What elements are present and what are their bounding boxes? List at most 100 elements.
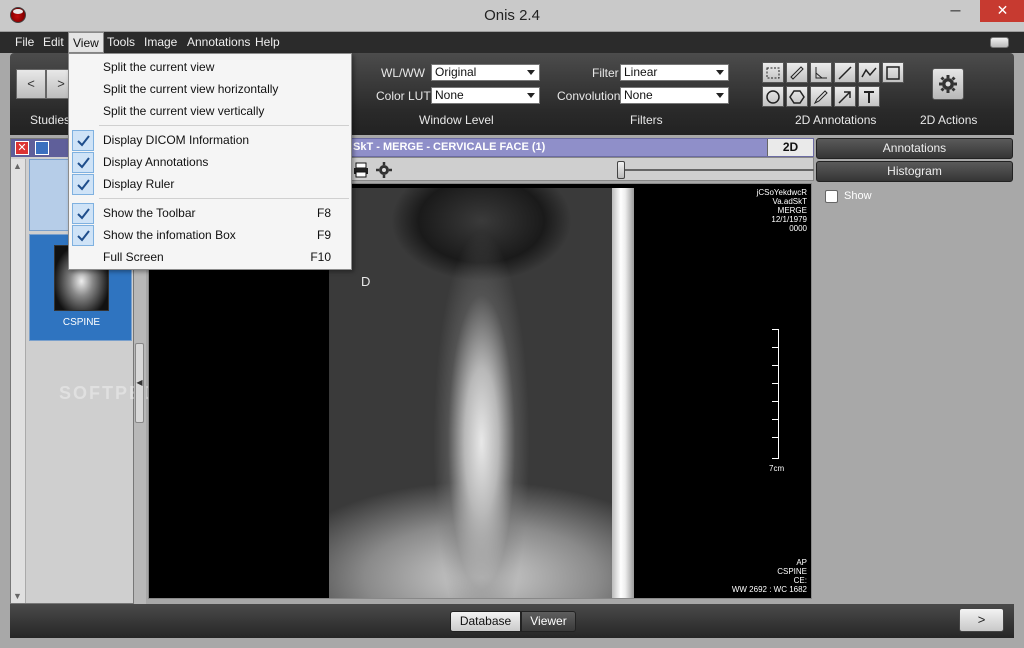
gear-icon — [939, 75, 957, 93]
section-window-level: Window Level — [419, 113, 494, 127]
rectangle-tool[interactable] — [882, 62, 904, 83]
dicom-info-top-right: jCSoYekdwcR Va.adSkT MERGE 12/1/1979 000… — [757, 188, 807, 233]
ruler — [771, 329, 779, 459]
menu-item-split-vertical[interactable]: Split the current view vertically — [69, 100, 351, 122]
menu-item-label: Display DICOM Information — [103, 133, 250, 147]
menu-item-show-info-box[interactable]: Show the infomation Box F9 — [69, 224, 351, 246]
database-tab[interactable]: Database — [450, 611, 521, 632]
convolution-label: Convolution — [557, 89, 621, 103]
frame-slider-thumb[interactable] — [617, 161, 625, 179]
checkmark-icon — [72, 152, 94, 173]
menu-tools[interactable]: Tools — [103, 32, 139, 53]
close-window-button[interactable]: ✕ — [980, 0, 1024, 22]
menu-item-display-dicom[interactable]: Display DICOM Information — [69, 129, 351, 151]
show-histogram-label: Show — [844, 190, 872, 202]
menu-help[interactable]: Help — [251, 32, 284, 53]
menu-view[interactable]: View — [68, 32, 104, 53]
title-bar: Onis 2.4 ─ ✕ — [0, 0, 1024, 32]
scroll-down-icon[interactable]: ▼ — [13, 591, 22, 601]
viewer-tab[interactable]: Viewer — [521, 611, 576, 632]
chevron-down-icon — [527, 93, 535, 98]
annotations-panel-button[interactable]: Annotations — [816, 138, 1013, 159]
restore-layout-button[interactable] — [990, 37, 1009, 48]
chevron-down-icon — [716, 70, 724, 75]
prev-study-button[interactable]: < — [16, 69, 46, 99]
polyline-tool[interactable] — [858, 62, 880, 83]
line-icon — [838, 66, 852, 80]
menu-item-shortcut: F9 — [316, 228, 331, 242]
circle-icon — [766, 90, 780, 104]
line-tool[interactable] — [834, 62, 856, 83]
hexagon-icon — [789, 90, 805, 104]
chevron-down-icon — [527, 70, 535, 75]
dicom-view: AP — [796, 558, 807, 567]
menu-item-shortcut: F10 — [310, 250, 331, 264]
next-button[interactable]: > — [959, 608, 1004, 632]
orientation-marker: D — [361, 274, 371, 289]
pencil-tool[interactable] — [810, 86, 832, 107]
minimize-button[interactable]: ─ — [942, 0, 969, 22]
menu-item-display-ruler[interactable]: Display Ruler — [69, 173, 351, 195]
menu-item-show-toolbar[interactable]: Show the Toolbar F8 — [69, 202, 351, 224]
menu-file[interactable]: File — [11, 32, 38, 53]
close-study-button[interactable]: ✕ — [15, 141, 29, 155]
histogram-panel-button[interactable]: Histogram — [816, 161, 1013, 182]
menu-item-display-annotations[interactable]: Display Annotations — [69, 151, 351, 173]
xray-edge — [612, 188, 634, 598]
collapse-arrow-icon[interactable]: ◀ — [135, 343, 144, 423]
rect-select-tool[interactable] — [762, 62, 784, 83]
2d-actions-button[interactable] — [932, 68, 964, 100]
angle-icon — [815, 67, 827, 79]
menu-item-split-horizontal[interactable]: Split the current view horizontally — [69, 78, 351, 100]
studies-scrollbar[interactable]: ▲ ▼ — [11, 159, 26, 603]
pencil-icon — [813, 90, 828, 105]
section-studies: Studies — [30, 113, 71, 127]
menu-image[interactable]: Image — [140, 32, 181, 53]
convolution-select[interactable]: None — [620, 87, 729, 104]
mode-2d-button[interactable]: 2D — [767, 139, 813, 156]
tile-view-button[interactable] — [35, 141, 49, 155]
menu-item-label: Split the current view vertically — [103, 104, 265, 118]
section-filters: Filters — [630, 113, 663, 127]
dicom-number: 0000 — [789, 224, 807, 233]
menu-bar: File Edit View Tools Image Annotations H… — [0, 32, 1024, 53]
gear-icon[interactable] — [375, 161, 393, 179]
show-histogram-checkbox[interactable] — [825, 190, 838, 203]
dicom-birthdate: 12/1/1979 — [771, 215, 807, 224]
menu-item-shortcut: F8 — [316, 206, 331, 220]
menu-item-label: Full Screen — [103, 250, 164, 264]
filter-select[interactable]: Linear — [620, 64, 729, 81]
menu-item-label: Display Annotations — [103, 155, 209, 169]
wlww-select[interactable]: Original — [431, 64, 540, 81]
arrow-tool[interactable] — [834, 86, 856, 107]
filter-value: Linear — [624, 65, 658, 79]
menu-item-full-screen[interactable]: Full Screen F10 — [69, 246, 351, 268]
text-icon — [864, 91, 874, 103]
wlww-value: Original — [435, 65, 477, 79]
menu-annotations[interactable]: Annotations — [183, 32, 254, 53]
study-label: CSPINE — [62, 317, 101, 328]
colorlut-label: Color LUT — [376, 89, 431, 103]
text-tool[interactable] — [858, 86, 880, 107]
menu-item-label: Show the Toolbar — [103, 206, 196, 220]
ruler-label: 7cm — [769, 464, 785, 473]
menu-item-split-view[interactable]: Split the current view — [69, 56, 351, 78]
colorlut-value: None — [435, 88, 464, 102]
rectangle-icon — [886, 66, 900, 80]
colorlut-select[interactable]: None — [431, 87, 540, 104]
print-icon[interactable] — [352, 161, 370, 179]
window-title: Onis 2.4 — [484, 7, 540, 24]
dicom-patient-name: Va.adSkT — [772, 197, 807, 206]
dicom-study: MERGE — [777, 206, 807, 215]
menu-edit[interactable]: Edit — [39, 32, 68, 53]
ellipse-tool[interactable] — [762, 86, 784, 107]
checkmark-icon — [72, 203, 94, 224]
ruler-tool[interactable] — [786, 62, 808, 83]
polygon-tool[interactable] — [786, 86, 808, 107]
xray-image — [329, 188, 634, 598]
section-2d-annotations: 2D Annotations — [795, 113, 877, 127]
dicom-series: CSPINE — [777, 567, 807, 576]
angle-tool[interactable] — [810, 62, 832, 83]
menu-item-label: Split the current view — [103, 60, 215, 74]
scroll-up-icon[interactable]: ▲ — [13, 161, 22, 171]
